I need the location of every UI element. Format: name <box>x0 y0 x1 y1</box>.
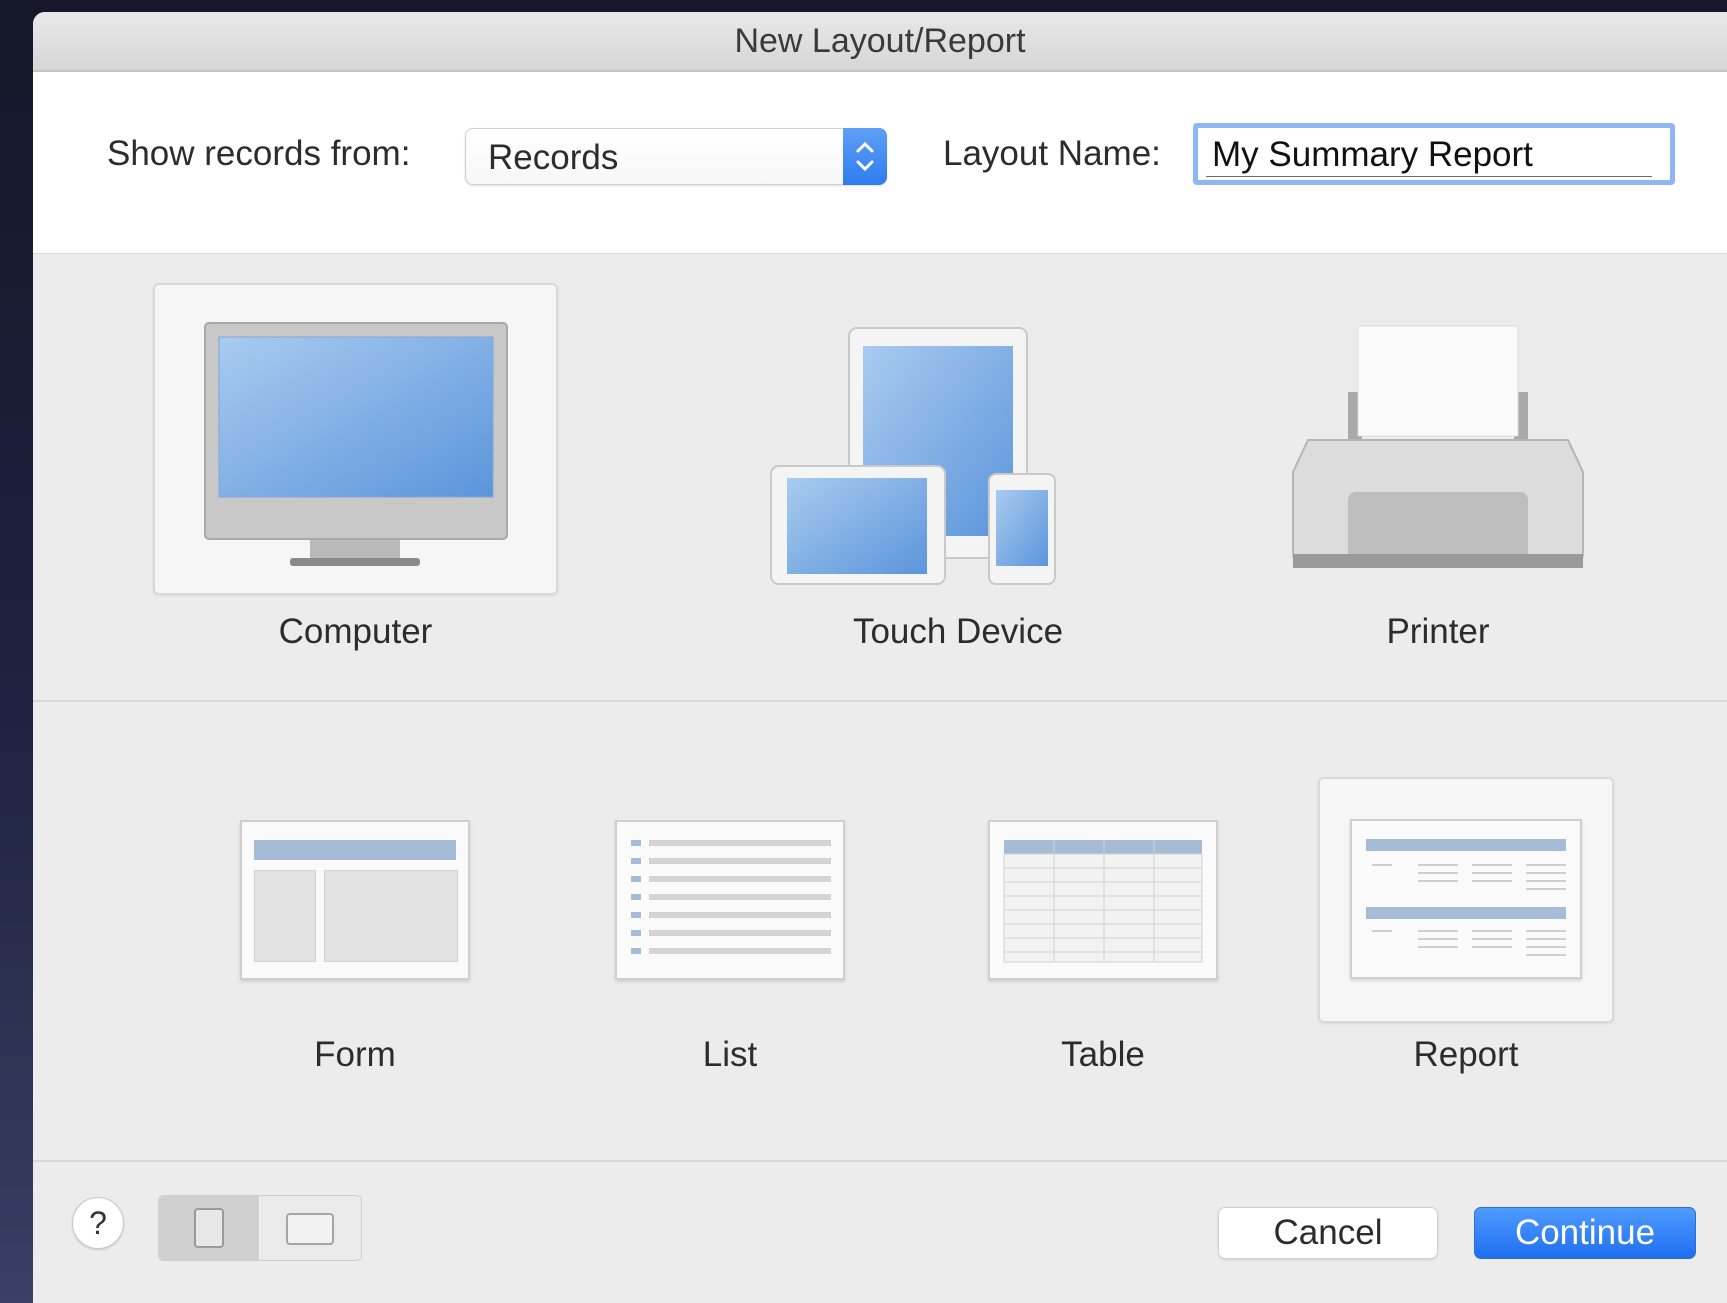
portrait-icon <box>194 1208 224 1248</box>
section-divider <box>33 700 1727 702</box>
orientation-toggle[interactable] <box>158 1195 362 1261</box>
device-label-printer: Printer <box>1386 612 1490 651</box>
layout-name-field[interactable] <box>1193 123 1675 185</box>
touch-device-icon <box>770 327 1056 585</box>
help-button[interactable]: ? <box>72 1197 124 1249</box>
layout-name-label: Layout Name: <box>943 134 1161 173</box>
device-tile-touch[interactable] <box>753 324 1083 586</box>
footer-divider <box>33 1160 1727 1162</box>
cancel-button[interactable]: Cancel <box>1218 1207 1438 1259</box>
landscape-icon <box>286 1213 334 1245</box>
select-stepper-icon[interactable] <box>843 128 887 185</box>
layout-label-list: List <box>702 1035 758 1074</box>
layout-label-table: Table <box>1061 1035 1145 1074</box>
computer-icon <box>204 322 508 566</box>
printer-icon <box>1292 325 1584 568</box>
device-tile-printer[interactable] <box>1278 322 1598 586</box>
layout-label-form: Form <box>314 1035 396 1074</box>
show-records-label: Show records from: <box>107 134 411 173</box>
device-label-touch: Touch Device <box>852 612 1064 651</box>
report-layout-icon <box>1350 819 1582 979</box>
continue-button[interactable]: Continue <box>1474 1207 1696 1259</box>
new-layout-dialog: New Layout/Report Show records from: Rec… <box>33 12 1727 1303</box>
layout-tile-report[interactable] <box>1318 777 1614 1023</box>
layout-label-report: Report <box>1413 1035 1519 1074</box>
title-bar: New Layout/Report <box>33 12 1727 72</box>
table-layout-icon[interactable] <box>988 820 1218 980</box>
show-records-value: Records <box>488 138 619 177</box>
form-layout-icon[interactable] <box>240 820 470 980</box>
landscape-option[interactable] <box>260 1196 361 1260</box>
device-tile-computer[interactable] <box>153 283 558 595</box>
show-records-select[interactable]: Records <box>465 128 887 185</box>
device-label-computer: Computer <box>278 612 433 651</box>
window-title: New Layout/Report <box>734 22 1026 60</box>
portrait-option[interactable] <box>159 1196 259 1260</box>
list-layout-icon[interactable] <box>615 820 845 980</box>
layout-name-input[interactable] <box>1206 134 1652 177</box>
settings-band: Show records from: Records Layout Name: <box>33 72 1727 254</box>
